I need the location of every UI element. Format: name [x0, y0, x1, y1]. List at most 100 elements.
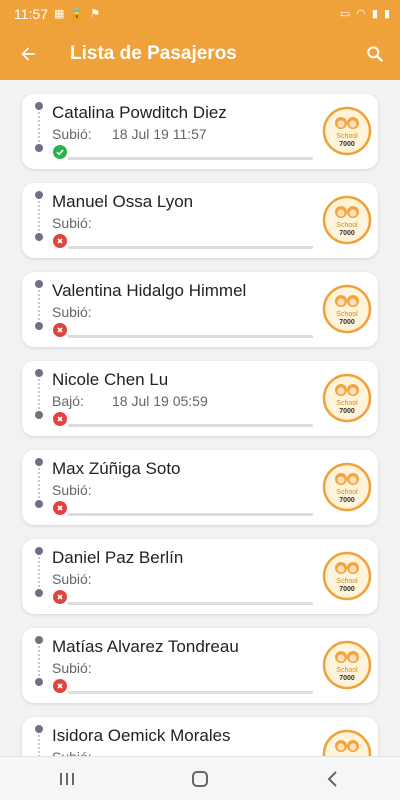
passenger-status-label: Subió:	[52, 482, 92, 498]
notification-square-icon: ▦	[54, 7, 65, 20]
timeline-line	[38, 646, 40, 676]
x-circle-icon	[53, 412, 67, 426]
passenger-card[interactable]: Nicole Chen Lu Bajó: 18 Jul 19 05:59 School…	[22, 361, 378, 436]
progress-bar	[68, 602, 313, 605]
timeline-top-dot	[35, 191, 43, 199]
back-icon	[327, 770, 338, 787]
nav-recents-button[interactable]	[37, 757, 97, 800]
passenger-status-label: Subió:	[52, 215, 92, 231]
passenger-name: Daniel Paz Berlín	[52, 548, 184, 567]
passenger-status-time: 18 Jul 19 11:57	[112, 126, 207, 142]
passenger-card[interactable]: Matías Alvarez Tondreau Subió: School 7000	[22, 628, 378, 703]
timeline-top-dot	[35, 458, 43, 466]
app-bar: Lista de Pasajeros	[0, 28, 400, 80]
passenger-status-label: Subió:	[52, 571, 92, 587]
home-icon	[191, 770, 208, 787]
passenger-card[interactable]: Catalina Powditch Diez Subió: 18 Jul 19 11…	[22, 94, 378, 169]
timeline-line	[38, 290, 40, 320]
timeline-line	[38, 468, 40, 498]
page-title: Lista de Pasajeros	[70, 43, 237, 64]
x-circle-icon	[53, 323, 67, 337]
timeline-line	[38, 379, 40, 409]
back-button[interactable]	[0, 28, 56, 80]
status-left: 11:57 ▦ 🔒 ⚑	[14, 6, 100, 22]
timeline-line	[38, 112, 40, 142]
passenger-status-label: Subió:	[52, 126, 92, 142]
progress-bar	[68, 157, 313, 160]
timeline-bottom-dot	[35, 144, 43, 152]
timeline-dots	[34, 547, 44, 597]
progress-bar	[68, 691, 313, 694]
passenger-name: Valentina Hidalgo Himmel	[52, 281, 247, 300]
logo-text-number: 7000	[339, 141, 355, 148]
logo-text-school: School	[336, 222, 358, 229]
timeline-dots	[34, 458, 44, 508]
passenger-list[interactable]: Catalina Powditch Diez Subió: 18 Jul 19 11…	[0, 80, 400, 756]
passenger-card[interactable]: Max Zúñiga Soto Subió: School 7000	[22, 450, 378, 525]
timeline-top-dot	[35, 547, 43, 555]
timeline-dots	[34, 191, 44, 241]
timeline-bottom-dot	[35, 678, 43, 686]
x-circle-icon	[53, 501, 67, 515]
system-nav-bar	[0, 756, 400, 800]
flag-icon: ⚑	[90, 7, 100, 20]
passenger-card[interactable]: Valentina Hidalgo Himmel Subió: School 7000	[22, 272, 378, 347]
nav-back-button[interactable]	[303, 757, 363, 800]
recents-icon	[59, 772, 74, 785]
timeline-bottom-dot	[35, 500, 43, 508]
school-logo: School7000	[322, 551, 372, 601]
progress-bar	[68, 424, 313, 427]
timeline-dots	[34, 369, 44, 419]
x-circle-icon	[53, 679, 67, 693]
nav-home-button[interactable]	[170, 757, 230, 800]
timeline-top-dot	[35, 102, 43, 110]
timeline-dots	[34, 636, 44, 686]
passenger-name: Catalina Powditch Diez	[52, 103, 227, 122]
timeline-top-dot	[35, 636, 43, 644]
timeline-line	[38, 735, 40, 756]
vo-lte-icon: ▭	[339, 7, 351, 20]
timeline-bottom-dot	[35, 589, 43, 597]
school-logo: School7000	[322, 640, 372, 690]
logo-text-number: 7000	[339, 408, 355, 415]
x-circle-icon	[53, 234, 67, 248]
school-logo: School7000	[322, 284, 372, 334]
timeline-top-dot	[35, 369, 43, 377]
logo-text-number: 7000	[339, 230, 355, 237]
passenger-name: Max Zúñiga Soto	[52, 459, 181, 478]
passenger-card[interactable]: Daniel Paz Berlín Subió: School 7000	[22, 539, 378, 614]
status-time: 11:57	[14, 6, 48, 22]
logo-text-school: School	[336, 400, 358, 407]
passenger-name: Manuel Ossa Lyon	[52, 192, 194, 211]
timeline-dots	[34, 102, 44, 152]
progress-bar	[68, 513, 313, 516]
timeline-line	[38, 557, 40, 587]
check-circle-icon	[53, 145, 67, 159]
passenger-status-label: Subió:	[52, 304, 92, 320]
lock-icon: 🔒	[70, 7, 85, 20]
logo-text-number: 7000	[339, 319, 355, 326]
logo-text-school: School	[336, 489, 358, 496]
passenger-card[interactable]: Isidora Oemick Morales Subió: School7000	[22, 717, 378, 756]
search-icon	[367, 46, 383, 62]
passenger-status-label: Subió:	[52, 660, 92, 676]
search-button[interactable]	[350, 28, 400, 80]
timeline-bottom-dot	[35, 233, 43, 241]
passenger-status-label: Bajó:	[52, 393, 84, 409]
logo-text-number: 7000	[339, 675, 355, 682]
signal-icon: ▮	[371, 7, 378, 20]
status-bar: 11:57 ▦ 🔒 ⚑ ▭ ◠ ▮ ▮	[0, 0, 400, 28]
x-circle-icon	[53, 590, 67, 604]
logo-text-school: School	[336, 667, 358, 674]
passenger-card[interactable]: Manuel Ossa Lyon Subió: School 7000	[22, 183, 378, 258]
timeline-top-dot	[35, 725, 43, 733]
wifi-icon: ◠	[356, 7, 366, 20]
logo-text-school: School	[336, 578, 358, 585]
logo-text-number: 7000	[339, 586, 355, 593]
school-logo: School7000	[322, 729, 372, 756]
logo-text-school: School	[336, 133, 358, 140]
timeline-bottom-dot	[35, 322, 43, 330]
school-logo: School7000	[322, 462, 372, 512]
timeline-dots	[34, 280, 44, 330]
logo-text-school: School	[336, 311, 358, 318]
